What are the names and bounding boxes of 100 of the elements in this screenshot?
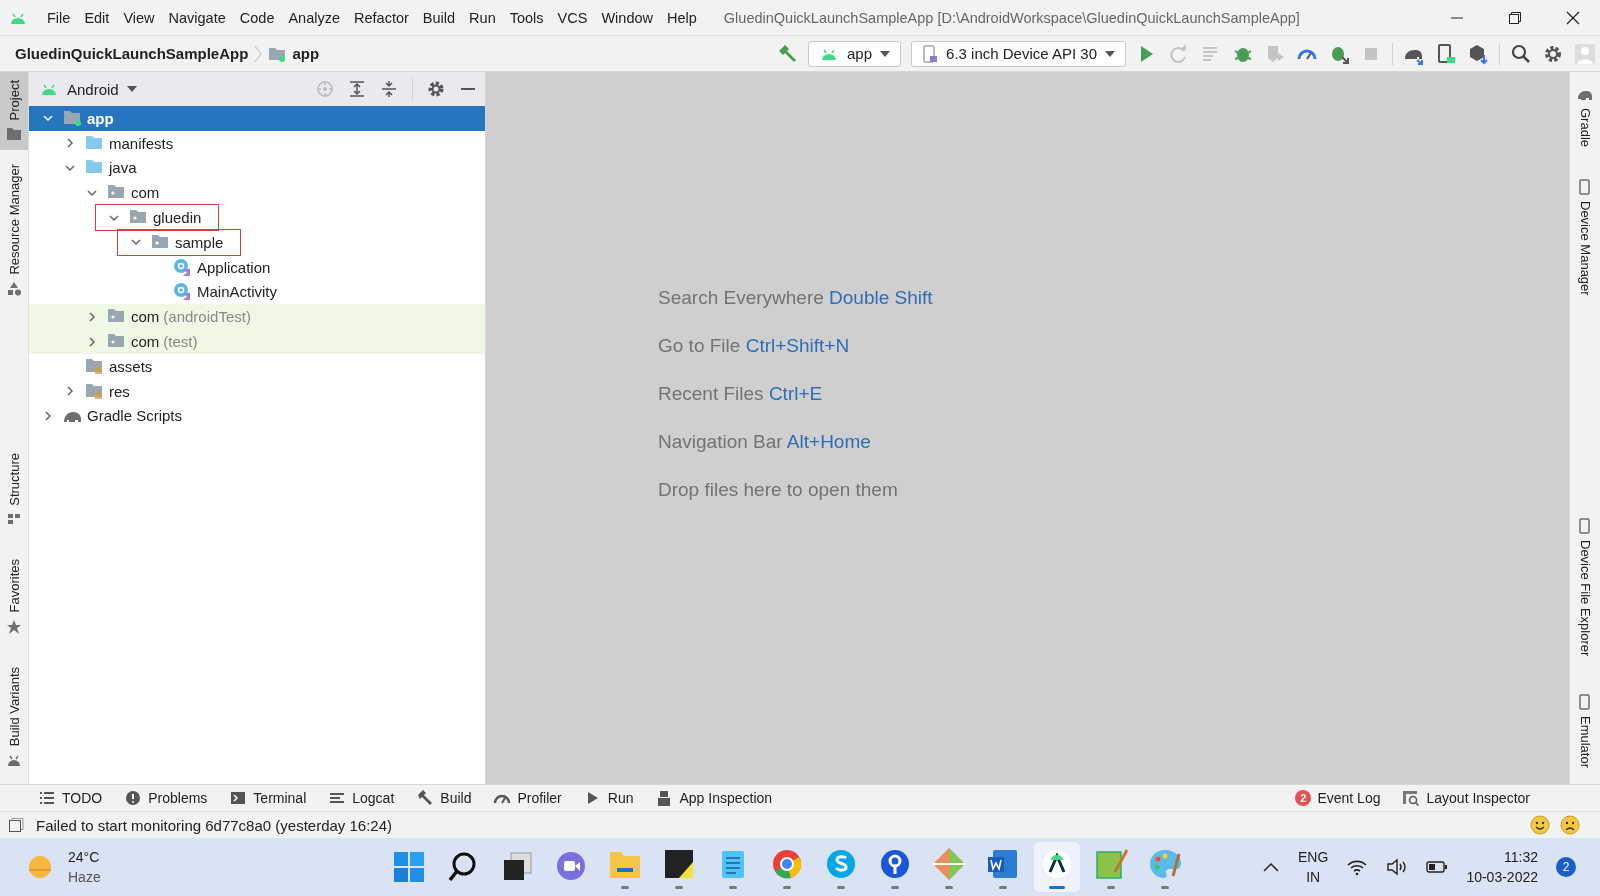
- tool-window-button[interactable]: 2 Event Log: [1295, 789, 1381, 807]
- tree-row[interactable]: manifests: [29, 130, 485, 156]
- tree-row[interactable]: com (test): [29, 329, 485, 354]
- status-message: Failed to start monitoring 6d77c8a0 (yesterday 16:24): [36, 816, 394, 834]
- menu-item[interactable]: Help: [660, 9, 704, 26]
- device-icon: [922, 44, 939, 63]
- module-folder-icon: [268, 45, 287, 62]
- menu-item[interactable]: Build: [415, 9, 463, 26]
- running-indicator: [621, 885, 629, 889]
- menu-item[interactable]: Run: [462, 9, 503, 26]
- tree-row[interactable]: java: [29, 155, 485, 181]
- tool-window-tab[interactable]: Emulator: [1570, 685, 1600, 776]
- tool-window-button[interactable]: Problems: [124, 789, 208, 807]
- happy-face-icon[interactable]: [1530, 815, 1550, 835]
- tool-window-tab[interactable]: Device File Explorer: [1570, 509, 1600, 664]
- chevron-down-icon[interactable]: [64, 162, 76, 174]
- tool-window-button[interactable]: Layout Inspector: [1402, 789, 1530, 807]
- tool-window-button[interactable]: Run: [583, 789, 634, 807]
- menu-item[interactable]: View: [116, 9, 162, 26]
- clock[interactable]: 11:32 10-03-2022: [1466, 847, 1538, 887]
- run-configuration-dropdown[interactable]: app: [808, 40, 902, 67]
- tool-window-button[interactable]: Build: [416, 789, 472, 807]
- expand-all-icon[interactable]: [348, 80, 366, 98]
- menu-item[interactable]: Code: [232, 9, 282, 26]
- editor-hint: Recent Files Ctrl+E: [658, 382, 824, 406]
- restore-icon[interactable]: [1508, 10, 1522, 25]
- tree-row[interactable]: Gradle Scripts: [29, 403, 485, 429]
- tool-window-tab[interactable]: Project: [0, 72, 28, 151]
- tree-label: manifests: [109, 134, 174, 152]
- chevron-right-icon[interactable]: [64, 385, 76, 398]
- chevron-right-icon[interactable]: [42, 409, 54, 422]
- running-indicator: [1049, 885, 1065, 889]
- hammer-icon: [416, 789, 435, 807]
- tool-window-tab[interactable]: Structure: [0, 444, 28, 536]
- sad-face-icon[interactable]: [1560, 815, 1580, 835]
- tool-window-tab[interactable]: Device Manager: [1570, 171, 1600, 304]
- tool-window-button[interactable]: TODO: [38, 789, 103, 807]
- running-indicator: [1161, 885, 1169, 889]
- windows-logo-icon: [391, 849, 427, 885]
- tool-window-button[interactable]: App Inspection: [655, 789, 773, 807]
- cube-download-icon[interactable]: [1467, 42, 1489, 65]
- device-dropdown[interactable]: 6.3 inch Device API 30: [911, 40, 1126, 67]
- tree-row[interactable]: com: [29, 180, 485, 206]
- tool-window-button[interactable]: Profiler: [493, 789, 562, 807]
- menu-item[interactable]: Refactor: [347, 9, 416, 26]
- settings-icon[interactable]: [427, 80, 445, 98]
- view-dropdown[interactable]: Android: [39, 80, 137, 98]
- tree-row[interactable]: app: [29, 106, 485, 131]
- menu-item[interactable]: Window: [594, 9, 660, 26]
- notification-badge[interactable]: 2: [1556, 857, 1576, 877]
- tree-row[interactable]: gluedin: [29, 205, 485, 230]
- phone-icon[interactable]: [1435, 42, 1457, 65]
- running-indicator: [1107, 885, 1115, 889]
- tool-window-tab[interactable]: Build Variants: [0, 658, 28, 776]
- tree-label: assets: [109, 357, 153, 375]
- chevron-up-icon[interactable]: [1262, 861, 1281, 873]
- breadcrumb-item[interactable]: app: [292, 45, 320, 62]
- tool-window-tab[interactable]: Gradle: [1570, 78, 1600, 156]
- android-icon: [39, 82, 59, 96]
- square-icon[interactable]: [8, 817, 24, 833]
- collapse-all-icon[interactable]: [380, 80, 398, 98]
- class-icon: [173, 257, 192, 277]
- menu-item[interactable]: Tools: [502, 9, 551, 26]
- tree-label: com: [131, 333, 160, 351]
- battery-icon[interactable]: [1426, 858, 1449, 876]
- tool-window-button[interactable]: Terminal: [229, 789, 307, 807]
- search-icon[interactable]: [1510, 42, 1532, 65]
- menu-item[interactable]: VCS: [550, 9, 595, 26]
- tree-row[interactable]: com (androidTest): [29, 304, 485, 330]
- wifi-icon[interactable]: [1346, 858, 1369, 876]
- tree-row[interactable]: res: [29, 378, 485, 404]
- tree-label: java: [109, 159, 137, 177]
- running-indicator: [945, 885, 953, 889]
- running-indicator: [891, 885, 899, 889]
- module-folder-icon: [63, 108, 82, 128]
- menu-item[interactable]: Analyze: [281, 9, 348, 26]
- tree-row[interactable]: Application: [29, 254, 485, 280]
- breadcrumb-item[interactable]: GluedinQuickLaunchSampleApp: [15, 45, 249, 62]
- menu-item[interactable]: File: [40, 9, 78, 26]
- editor-hint: Drop files here to open them: [658, 478, 899, 502]
- taskbar-app[interactable]: [1034, 842, 1080, 892]
- tool-window-tab[interactable]: Resource Manager: [0, 156, 28, 306]
- folder-icon: [6, 126, 22, 143]
- close-icon[interactable]: [1566, 10, 1580, 25]
- menu-item[interactable]: Navigate: [161, 9, 233, 26]
- speaker-icon[interactable]: [1386, 858, 1409, 876]
- phone-icon: [1577, 517, 1593, 534]
- tree-label: com: [131, 308, 160, 326]
- tree-row[interactable]: assets: [29, 353, 485, 379]
- language-indicator[interactable]: ENG IN: [1298, 847, 1329, 887]
- menu-item[interactable]: Edit: [77, 9, 117, 26]
- chevron-right-icon[interactable]: [86, 335, 98, 348]
- chevron-right-icon[interactable]: [86, 310, 98, 323]
- resource-folder-icon: [85, 356, 104, 376]
- tool-window-button[interactable]: Logcat: [328, 789, 395, 807]
- tree-label: app: [87, 109, 114, 127]
- chevron-right-icon[interactable]: [64, 137, 76, 150]
- tree-row[interactable]: sample: [29, 230, 485, 255]
- tool-window-tab[interactable]: Favorites: [0, 551, 28, 643]
- tree-row[interactable]: MainActivity: [29, 279, 485, 305]
